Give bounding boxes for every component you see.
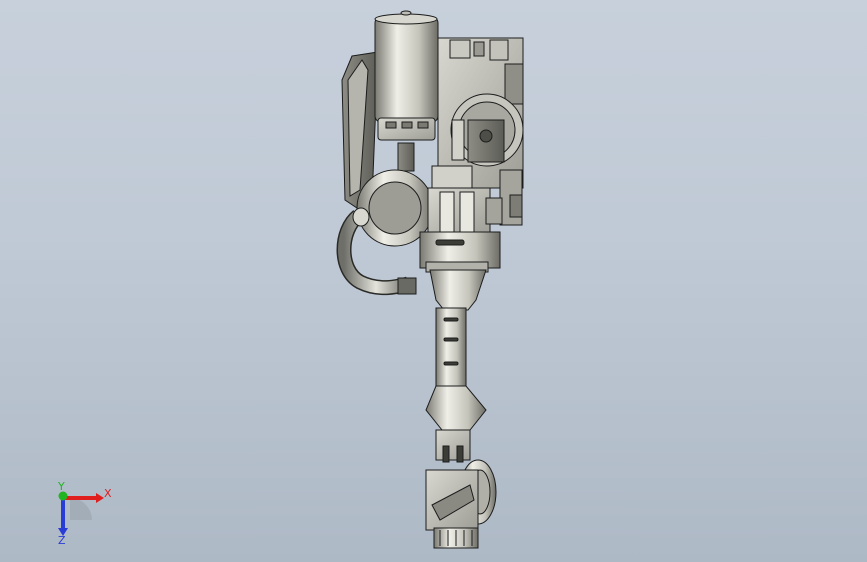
wrist-assembly	[425, 429, 497, 549]
x-axis-label: X	[104, 487, 112, 500]
y-axis-label: Y	[57, 480, 65, 493]
triad-plane-shading	[70, 498, 92, 520]
z-axis-label: Z	[58, 534, 66, 547]
robot-arm-model[interactable]	[0, 0, 867, 562]
coordinate-triad: X Y Z	[57, 480, 112, 547]
x-axis-arrowhead	[96, 493, 104, 503]
graphics-viewport[interactable]: X Y Z	[0, 0, 867, 562]
motor-cylinder	[374, 10, 439, 172]
forearm-tube	[425, 269, 487, 431]
